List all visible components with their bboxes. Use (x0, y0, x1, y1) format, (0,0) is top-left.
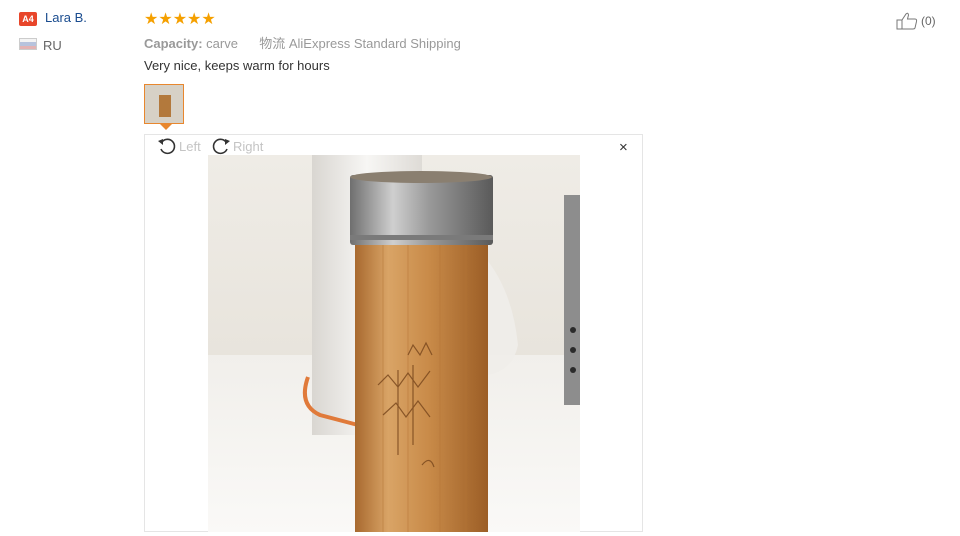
rotate-right-label: Right (233, 138, 264, 154)
rotate-left-button[interactable]: Left (157, 137, 201, 155)
reviewer-country: RU (43, 38, 62, 53)
flag-icon (19, 38, 37, 50)
like-count: (0) (921, 14, 936, 28)
rotate-left-label: Left (179, 138, 201, 154)
capacity-label: Capacity: (144, 36, 203, 51)
thumbnail-pointer (160, 124, 172, 130)
reviewer-level-badge: A4 (19, 12, 37, 26)
helpful-button[interactable]: (0) (896, 12, 936, 30)
capacity-value: carve (206, 36, 238, 51)
close-icon[interactable]: × (619, 139, 628, 156)
review-text: Very nice, keeps warm for hours (144, 58, 330, 73)
thumbs-up-icon (896, 12, 918, 30)
reviewer-name[interactable]: Lara B. (45, 10, 87, 25)
star-rating: ★★★★★ (144, 11, 216, 28)
review-photo (208, 155, 580, 532)
photo-viewer: Left Right × (144, 134, 643, 532)
rotate-right-button[interactable]: Right (211, 137, 263, 155)
review-photo-thumbnail[interactable] (144, 84, 184, 124)
rotate-left-icon (158, 138, 176, 155)
shipping-label: 物流 (259, 36, 286, 51)
rotate-right-icon (212, 138, 230, 155)
shipping-value: AliExpress Standard Shipping (288, 36, 461, 51)
review-attributes: Capacity: carve 物流 AliExpress Standard S… (144, 33, 461, 52)
